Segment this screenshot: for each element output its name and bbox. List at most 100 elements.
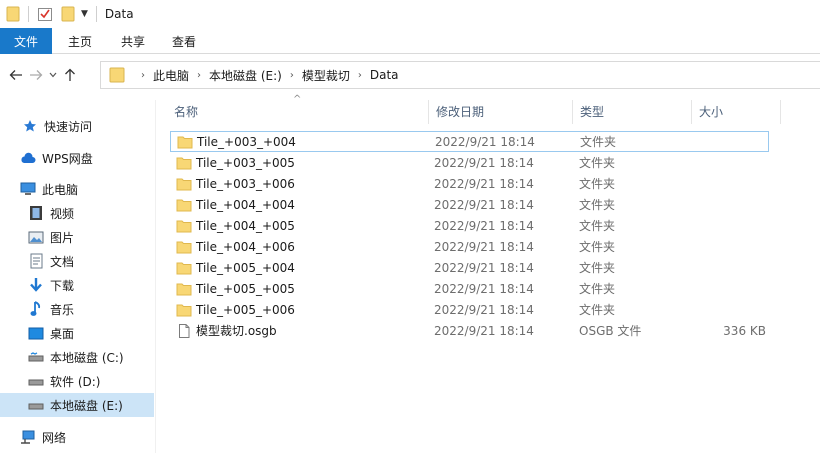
column-divider[interactable] [780, 100, 781, 124]
navigation-pane: 快速访问 WPS网盘 此电脑 视频 图片 文档 下载 音乐 桌面 本地磁盘 (C… [0, 100, 156, 453]
folder-icon [176, 304, 192, 316]
file-date: 2022/9/21 18:14 [434, 323, 534, 338]
sidebar-item-music[interactable]: 音乐 [0, 297, 154, 321]
forward-arrow-icon[interactable] [26, 63, 46, 87]
sidebar-item-wps-cloud[interactable]: WPS网盘 [0, 146, 154, 170]
navigation-bar: › 此电脑 › 本地磁盘 (E:) › 模型裁切 › Data [0, 56, 820, 94]
breadcrumb-model-crop[interactable]: 模型裁切 [302, 67, 350, 84]
sidebar-item-drive-c[interactable]: 本地磁盘 (C:) [0, 345, 154, 369]
file-type: 文件夹 [579, 219, 616, 233]
file-icon [179, 323, 190, 338]
sidebar-item-label: WPS网盘 [42, 151, 93, 166]
tab-view[interactable]: 查看 [158, 28, 210, 54]
folder-icon [176, 220, 192, 232]
table-row[interactable]: Tile_+005_+006 2022/9/21 18:14 文件夹 [170, 299, 770, 320]
file-date: 2022/9/21 18:14 [434, 176, 534, 191]
sidebar-item-downloads[interactable]: 下载 [0, 273, 154, 297]
file-name-cell: Tile_+004_+005 [176, 219, 295, 233]
breadcrumb-data[interactable]: Data [370, 68, 399, 82]
file-name-cell: Tile_+005_+005 [176, 282, 295, 296]
sidebar-item-pictures[interactable]: 图片 [0, 225, 154, 249]
file-name: Tile_+004_+005 [196, 218, 295, 233]
address-bar[interactable]: › 此电脑 › 本地磁盘 (E:) › 模型裁切 › Data [100, 61, 820, 89]
customize-toolbar-icon[interactable]: ▼ [81, 9, 88, 19]
cloud-icon [20, 150, 36, 166]
window-title: Data [104, 7, 134, 21]
tab-file[interactable]: 文件 [0, 28, 52, 54]
file-type: OSGB 文件 [579, 324, 642, 338]
video-icon [28, 205, 44, 221]
sidebar-item-network[interactable]: 网络 [0, 425, 154, 449]
ribbon-tabs: 文件 主页 共享 查看 [0, 28, 820, 54]
column-header-size[interactable]: 大小 [691, 96, 781, 126]
title-separator [95, 6, 97, 22]
table-row[interactable]: Tile_+004_+006 2022/9/21 18:14 文件夹 [170, 236, 770, 257]
recent-locations-chevron-icon[interactable] [46, 72, 60, 78]
file-name-cell: Tile_+005_+006 [176, 303, 295, 317]
file-name-cell: Tile_+005_+004 [176, 261, 295, 275]
navigation-pane-scrollbar[interactable] [155, 100, 156, 453]
file-name: Tile_+003_+004 [197, 134, 296, 149]
file-type: 文件夹 [579, 156, 616, 170]
file-date: 2022/9/21 18:14 [434, 155, 534, 170]
folder-icon [176, 262, 192, 274]
file-type: 文件夹 [579, 198, 616, 212]
sidebar-item-drive-e[interactable]: 本地磁盘 (E:) [0, 393, 154, 417]
tab-home[interactable]: 主页 [52, 28, 108, 54]
breadcrumb-separator-icon[interactable]: › [358, 70, 362, 81]
picture-icon [28, 229, 44, 245]
file-date: 2022/9/21 18:14 [434, 260, 534, 275]
folder-icon[interactable] [6, 6, 20, 22]
table-row[interactable]: Tile_+004_+004 2022/9/21 18:14 文件夹 [170, 194, 770, 215]
sidebar-item-label: 文档 [50, 254, 75, 269]
sidebar-item-label: 下载 [50, 278, 75, 293]
toolbar-separator [28, 6, 29, 22]
sidebar-item-drive-d[interactable]: 软件 (D:) [0, 369, 154, 393]
table-row[interactable]: 模型裁切.osgb 2022/9/21 18:14 OSGB 文件 336 KB [170, 320, 770, 341]
file-name: Tile_+003_+005 [196, 155, 295, 170]
new-folder-icon[interactable] [61, 6, 75, 22]
file-date: 2022/9/21 18:14 [434, 239, 534, 254]
folder-icon [176, 157, 192, 169]
column-header-type[interactable]: 类型 [572, 96, 692, 126]
sidebar-item-label: 此电脑 [42, 182, 79, 197]
file-date: 2022/9/21 18:14 [434, 302, 534, 317]
title-bar: ▼ Data [0, 0, 820, 28]
folder-icon [177, 136, 193, 148]
sidebar-item-label: 桌面 [50, 326, 75, 341]
table-row[interactable]: Tile_+005_+004 2022/9/21 18:14 文件夹 [170, 257, 770, 278]
file-name-cell: Tile_+004_+006 [176, 240, 295, 254]
table-row[interactable]: Tile_+003_+005 2022/9/21 18:14 文件夹 [170, 152, 770, 173]
breadcrumb-this-pc[interactable]: 此电脑 [153, 67, 189, 84]
file-name-cell: Tile_+003_+004 [177, 135, 296, 149]
desktop-icon [28, 325, 44, 341]
sidebar-item-quick-access[interactable]: 快速访问 [0, 114, 154, 138]
sidebar-item-this-pc[interactable]: 此电脑 [0, 177, 154, 201]
music-icon [28, 301, 44, 317]
sidebar-item-videos[interactable]: 视频 [0, 201, 154, 225]
breadcrumb-separator-icon[interactable]: › [141, 70, 145, 81]
sidebar-item-label: 快速访问 [44, 119, 93, 134]
table-row[interactable]: Tile_+003_+004 2022/9/21 18:14 文件夹 [170, 131, 769, 152]
table-row[interactable]: Tile_+004_+005 2022/9/21 18:14 文件夹 [170, 215, 770, 236]
sidebar-item-documents[interactable]: 文档 [0, 249, 154, 273]
file-name-cell: Tile_+004_+004 [176, 198, 295, 212]
tab-share[interactable]: 共享 [108, 28, 158, 54]
up-arrow-icon[interactable] [60, 63, 80, 87]
sidebar-item-label: 音乐 [50, 302, 75, 317]
column-header-name[interactable]: 名称 [166, 96, 428, 126]
column-header-date[interactable]: 修改日期 [428, 96, 572, 126]
sidebar-item-label: 本地磁盘 (C:) [50, 350, 124, 365]
breadcrumb-separator-icon[interactable]: › [290, 70, 294, 81]
file-name: Tile_+003_+006 [196, 176, 295, 191]
sidebar-item-desktop[interactable]: 桌面 [0, 321, 154, 345]
table-row[interactable]: Tile_+003_+006 2022/9/21 18:14 文件夹 [170, 173, 770, 194]
column-header: ^ 名称 修改日期 类型 大小 [166, 94, 820, 126]
table-row[interactable]: Tile_+005_+005 2022/9/21 18:14 文件夹 [170, 278, 770, 299]
file-name: Tile_+005_+004 [196, 260, 295, 275]
properties-icon[interactable] [37, 6, 53, 22]
breadcrumb-separator-icon[interactable]: › [197, 70, 201, 81]
document-icon [28, 253, 44, 269]
back-arrow-icon[interactable] [6, 63, 26, 87]
breadcrumb-drive-e[interactable]: 本地磁盘 (E:) [209, 67, 282, 84]
